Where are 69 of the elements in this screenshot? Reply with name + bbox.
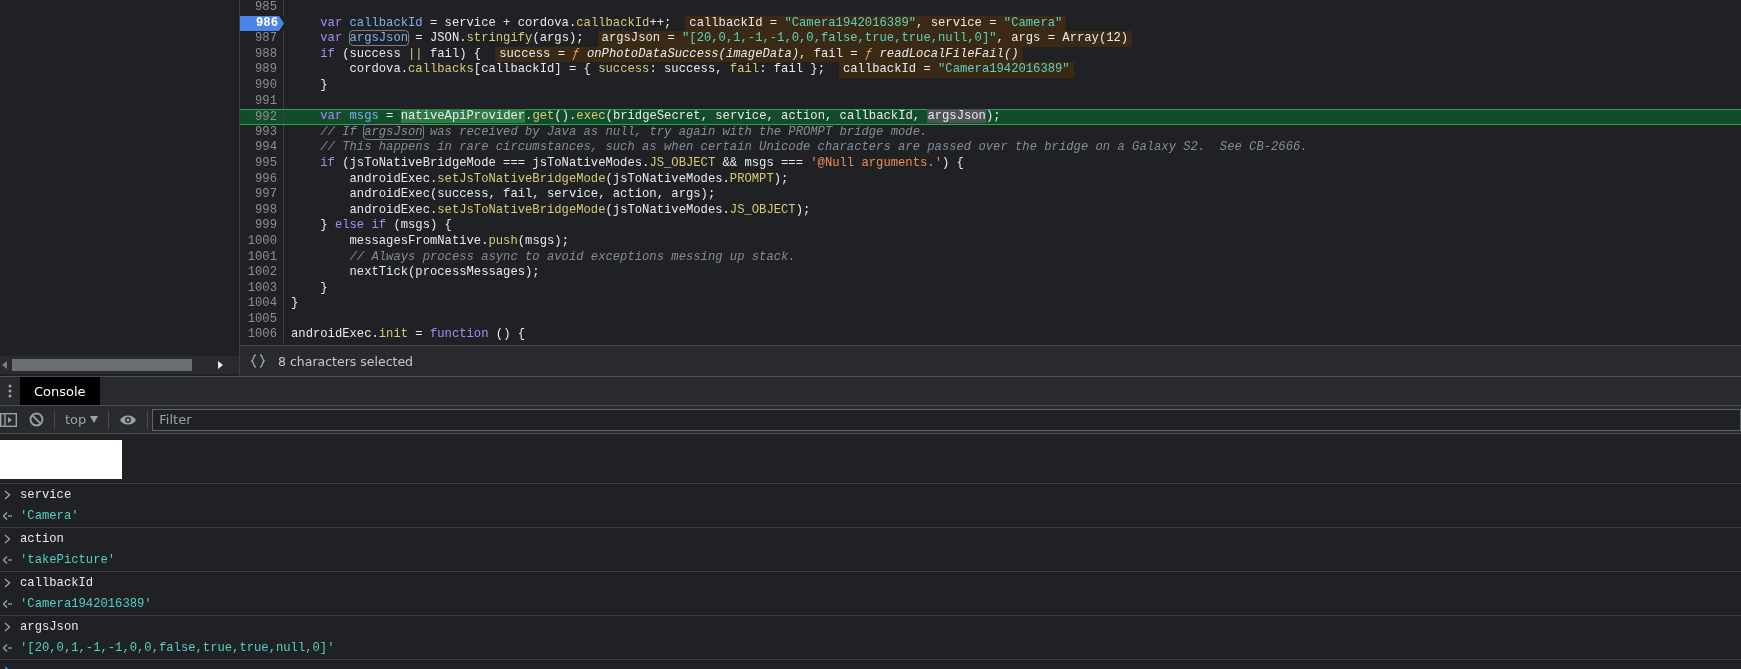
status-text: 8 characters selected (278, 353, 414, 369)
code-line: var callbackId = service + cordova.callbackId++; (319, 15, 672, 32)
inline-value: callbackId = "Camera1942016389" (838, 62, 1074, 78)
line-number[interactable]: 1002 (240, 265, 284, 281)
line-number[interactable]: 1005 (240, 311, 284, 328)
pretty-print-icon[interactable] (250, 354, 266, 368)
code-line: var msgs = nativeApiProvider.get().exec(bridgeSecret, service, action, callbackId, argsJson); (319, 109, 1001, 125)
input-chevron-icon (2, 489, 12, 500)
code-line: nextTick(processMessages); (348, 265, 540, 281)
breakpoint-marker[interactable]: 986 (240, 15, 284, 32)
command-text: service (20, 487, 72, 502)
result-arrow-icon (2, 599, 12, 610)
line-number[interactable]: 995 (240, 155, 284, 172)
line-number[interactable]: 998 (240, 202, 284, 219)
command-text: action (20, 531, 64, 546)
line-number[interactable]: 992 (240, 110, 284, 124)
context-selector[interactable]: top (59, 412, 105, 427)
line-number[interactable]: 1003 (240, 280, 284, 297)
result-text: 'Camera1942016389' (20, 597, 152, 612)
code-line: } (290, 296, 299, 312)
result-arrow-icon (2, 643, 12, 654)
code-line: var argsJson = JSON.stringify(args); (319, 31, 584, 47)
line-number[interactable]: 994 (240, 140, 284, 156)
code-line: cordova.callbacks[callbackId] = { success: success, fail: fail }; (348, 62, 825, 78)
inline-value: argsJson = "[20,0,1,-1,-1,0,0,false,true,true,null,0]", args = Array(12) (597, 31, 1133, 47)
code-line: androidExec.setJsToNativeBridgeMode(jsToNativeModes.JS_OBJECT); (348, 202, 811, 219)
horizontal-scrollbar[interactable] (0, 356, 239, 374)
input-chevron-icon (2, 533, 12, 544)
input-chevron-icon (2, 621, 12, 632)
line-number[interactable]: 990 (240, 77, 284, 94)
line-number[interactable]: 997 (240, 187, 284, 203)
code-line: // Always process async to avoid exceptions messing up stack. (348, 249, 796, 266)
line-number[interactable]: 993 (240, 124, 284, 141)
result-text: 'Camera' (20, 509, 79, 524)
code-line: androidExec(success, fail, service, action, args); (348, 187, 716, 203)
caret-icon[interactable] (90, 416, 99, 423)
code-line: // This happens in rare circumstances, such as when certain Unicode characters are passed over the bridge on a Galaxy S2. See CB-2666. (319, 140, 1308, 156)
line-number[interactable]: 987 (240, 31, 284, 47)
code-line: // If argsJson was received by Java as null, try again with the PROMPT bridge mode. (319, 124, 928, 141)
input-chevron-icon (2, 577, 12, 588)
line-number[interactable]: 1004 (240, 296, 284, 312)
scroll-left-arrow-icon[interactable] (0, 360, 10, 370)
result-text: '[20,0,1,-1,-1,0,0,false,true,true,null,0]' (20, 641, 335, 656)
inline-value: callbackId = "Camera1942016389", service = "Camera" (685, 15, 1067, 32)
code-line: if (jsToNativeBridgeMode === jsToNativeModes.JS_OBJECT && msgs === '@Null arguments.') { (319, 155, 964, 172)
line-number[interactable]: 1000 (240, 233, 284, 250)
code-line: } else if (msgs) { (319, 218, 452, 234)
line-number[interactable]: 988 (240, 46, 284, 63)
command-text: callbackId (20, 575, 94, 590)
code-line: androidExec.init = function () { (290, 327, 526, 344)
inline-value: success = ƒ onPhotoDataSuccess(imageData), fail = ƒ readLocalFileFail() (495, 46, 1023, 63)
code-line: messagesFromNative.push(msgs); (348, 233, 569, 250)
line-number[interactable]: 989 (240, 62, 284, 78)
result-arrow-icon (2, 511, 12, 522)
result-arrow-icon (2, 555, 12, 566)
code-line: } (319, 280, 328, 297)
console-tab[interactable]: Console (20, 377, 100, 405)
code-line: } (319, 77, 328, 94)
scroll-right-arrow-icon[interactable] (215, 360, 225, 370)
code-line: if (success || fail) { (319, 46, 482, 63)
line-number[interactable]: 1001 (240, 249, 284, 266)
result-text: 'takePicture' (20, 553, 116, 568)
line-number[interactable]: 985 (240, 0, 284, 16)
line-number[interactable]: 1006 (240, 327, 284, 344)
filter-field[interactable]: Filter (152, 408, 1741, 431)
line-number[interactable]: 996 (240, 171, 284, 188)
code-line: androidExec.setJsToNativeBridgeMode(jsToNativeModes.PROMPT); (348, 171, 789, 188)
line-number[interactable]: 999 (240, 218, 284, 234)
command-text: argsJson (20, 619, 79, 634)
